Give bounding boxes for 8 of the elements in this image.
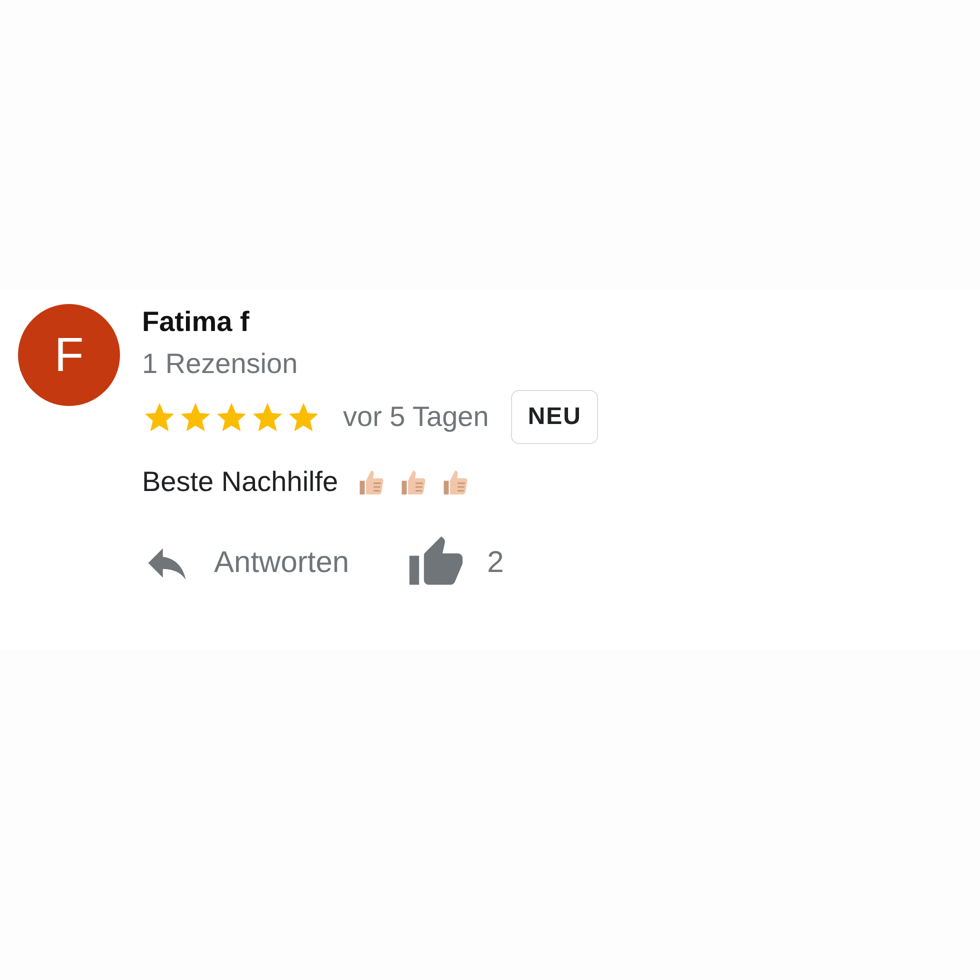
review-time: vor 5 Tagen [343,401,489,433]
new-badge: NEU [510,390,598,444]
like-button[interactable]: 2 [407,534,504,592]
reply-button[interactable]: Antworten [142,538,350,588]
author-name: Fatima f [142,306,250,338]
review-text: Beste Nachhilfe [142,466,338,498]
review-count: 1 Rezension [142,348,299,380]
avatar: F [18,304,120,406]
